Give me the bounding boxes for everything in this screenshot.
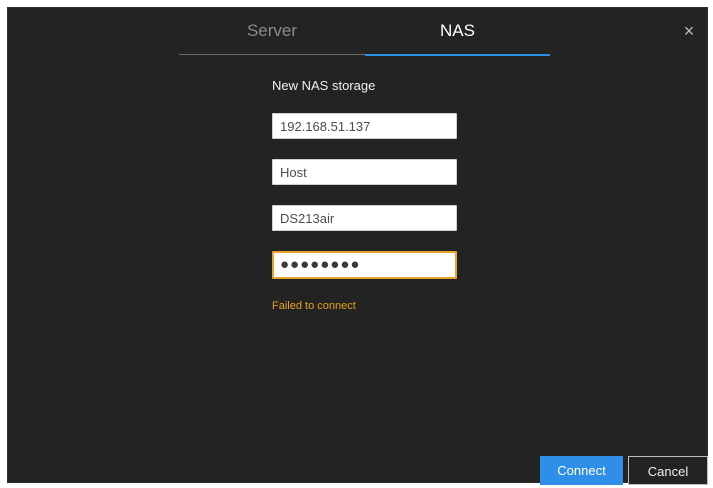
tab-server[interactable]: Server bbox=[179, 8, 365, 55]
username-input[interactable] bbox=[272, 205, 457, 231]
error-message: Failed to connect bbox=[272, 300, 356, 312]
ip-address-input[interactable] bbox=[272, 113, 457, 139]
tab-nas[interactable]: NAS bbox=[365, 8, 550, 56]
host-input[interactable] bbox=[272, 159, 457, 185]
section-title: New NAS storage bbox=[272, 78, 376, 93]
password-input[interactable]: ●●●●●●●● bbox=[272, 251, 457, 279]
cancel-button[interactable]: Cancel bbox=[628, 456, 708, 485]
nas-dialog: Server NAS × New NAS storage ●●●●●●●● Fa… bbox=[7, 7, 708, 485]
connect-button[interactable]: Connect bbox=[540, 456, 623, 485]
close-icon[interactable]: × bbox=[677, 19, 701, 43]
